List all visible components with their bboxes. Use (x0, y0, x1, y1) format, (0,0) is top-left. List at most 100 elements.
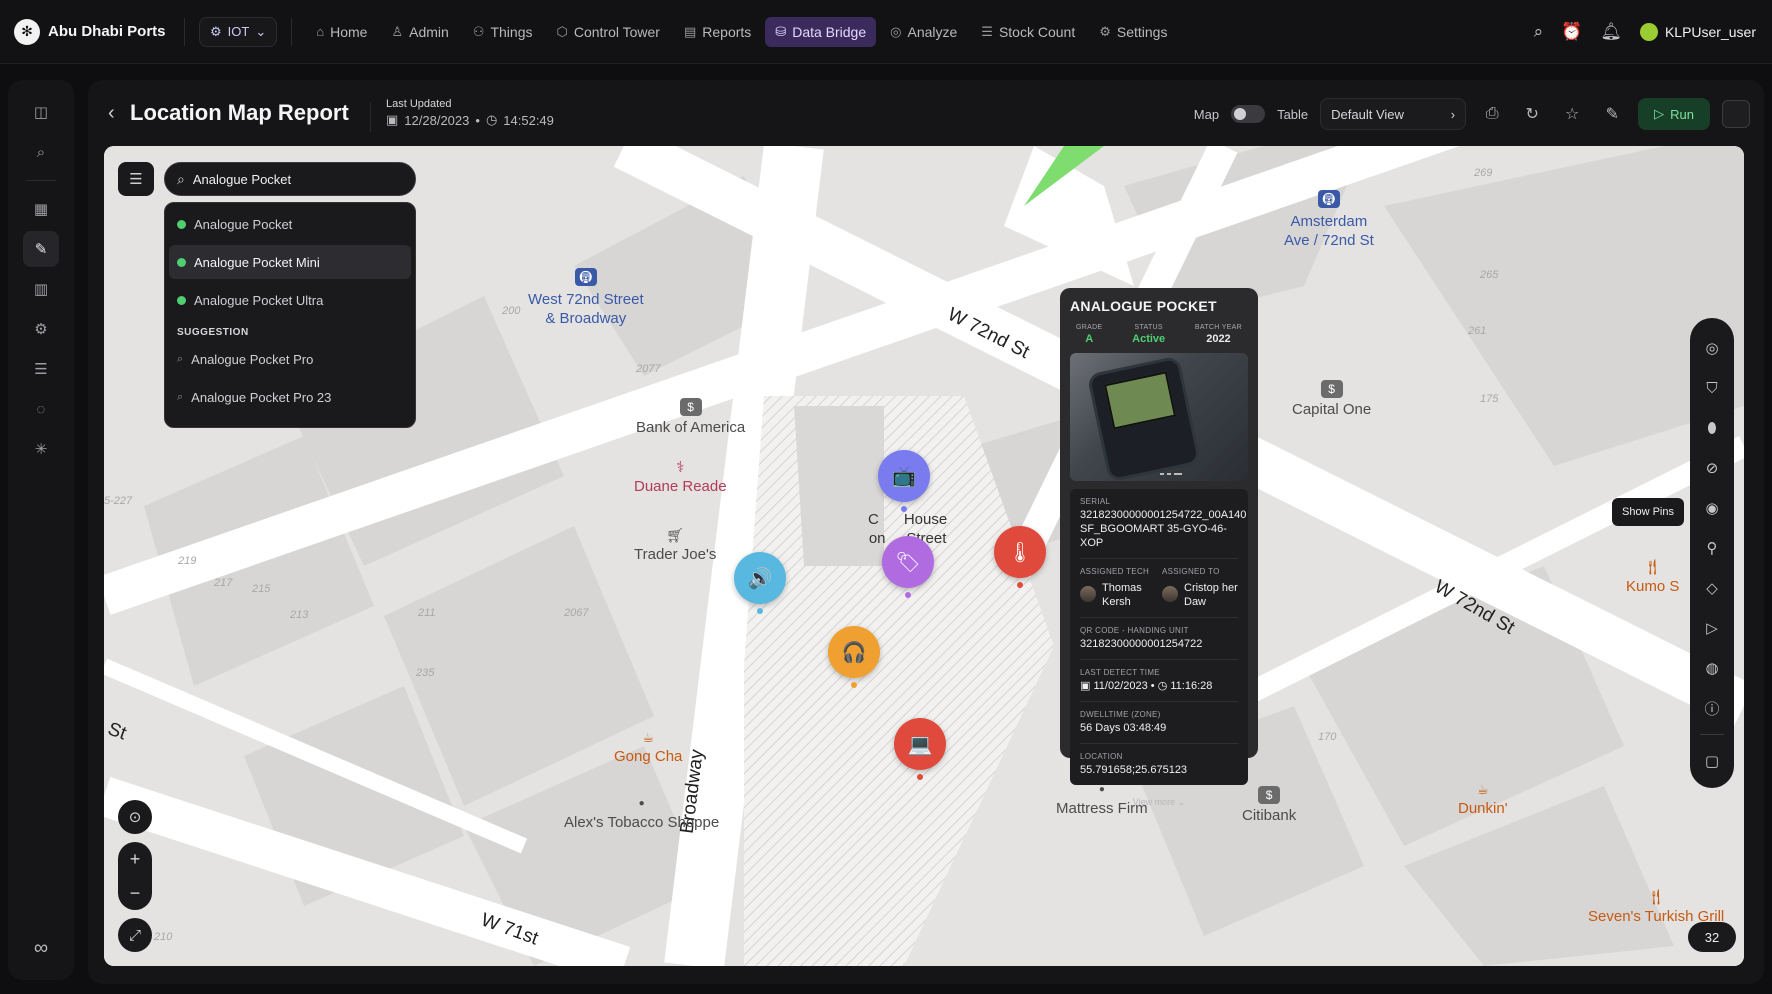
nav-control-tower[interactable]: ⬡ Control Tower (546, 17, 669, 47)
label-gong-cha: ☕︎ Gong Cha (614, 728, 682, 766)
back-chevron-icon[interactable]: ‹ (108, 102, 115, 125)
detail-label: ASSIGNED TECH (1080, 567, 1150, 576)
map-canvas[interactable]: 🚇︎ West 72nd Street & Broadway 🚇︎ Amster… (104, 146, 1744, 966)
last-updated-values: ▣ 12/28/2023 • ◷ 14:52:49 (386, 112, 554, 128)
search-icon[interactable]: ⌕ (1534, 22, 1544, 42)
nav-stock-count[interactable]: ☰ Stock Count (971, 17, 1085, 47)
ruler-icon[interactable]: ✎ (23, 231, 59, 267)
nav-admin[interactable]: ♙ Admin (381, 17, 458, 47)
eraser-icon[interactable]: ◇ (1697, 570, 1727, 606)
nav-reports[interactable]: ▤ Reports (674, 17, 761, 47)
info-icon[interactable]: ⓘ (1697, 690, 1727, 726)
target-pin-icon[interactable]: ◎ (1697, 330, 1727, 366)
star-icon[interactable]: ☆ (1558, 100, 1586, 128)
module-select[interactable]: ⚙ IOT ⌄ (199, 16, 278, 47)
fullscreen-button[interactable] (1722, 100, 1750, 128)
result-label: Analogue Pocket Mini (194, 254, 320, 270)
left-sidebar: ◫ ⌕ ▦ ✎ ▥ ⚙ ☰ ◌ ✳ ∞ (8, 80, 74, 980)
result-item[interactable]: Analogue Pocket Mini (169, 245, 411, 279)
view-more-link[interactable]: View more ⌄ (1070, 797, 1248, 808)
result-item[interactable]: Analogue Pocket Ultra (169, 283, 411, 317)
nav-label: Reports (702, 23, 752, 40)
house-number: 217 (214, 577, 233, 589)
bank-icon: $ (1320, 380, 1343, 398)
map-icon[interactable]: ▥ (23, 271, 59, 307)
result-label: Analogue Pocket Ultra (194, 292, 324, 308)
edit-icon[interactable]: ✎ (1598, 100, 1626, 128)
label-amsterdam-text: Amsterdam Ave / 72nd St (1284, 213, 1374, 249)
brand[interactable]: ✻ Abu Dhabi Ports (0, 18, 170, 45)
search-icon: ⌕ (177, 390, 184, 403)
api-gear-icon[interactable]: ⚙ (23, 311, 59, 347)
chat-icon[interactable]: ◌ (23, 391, 59, 427)
expand-icon[interactable]: ⤢ (118, 918, 152, 952)
view-select-value: Default View (1331, 106, 1404, 122)
user-menu[interactable]: KLPUser_user (1639, 23, 1756, 41)
speaker-pin[interactable]: 🔊 (734, 552, 786, 614)
label-alex-tobacco: ● Alex's Tobacco Shoppe (564, 794, 719, 832)
locate-icon[interactable]: ⊙ (118, 800, 152, 834)
thermometer-pin[interactable]: 🌡 (994, 526, 1046, 588)
house-number: 213 (290, 609, 309, 621)
last-updated-label: Last Updated (386, 98, 452, 110)
nav-label: Stock Count (998, 23, 1076, 40)
stat-value: A (1085, 333, 1094, 345)
bell-icon[interactable]: 🔔︎ (1600, 22, 1622, 42)
laptop-pin[interactable]: 💻 (894, 718, 946, 780)
search-icon: ⌕ (177, 170, 185, 187)
nav-settings[interactable]: ⚙ Settings (1089, 17, 1177, 47)
speaker-icon: 🔊 (747, 567, 773, 590)
search-input[interactable] (192, 171, 393, 187)
sidebar-toggle-icon[interactable]: ◫ (23, 94, 59, 130)
asset-photo[interactable] (1070, 353, 1248, 481)
fingerprint-icon[interactable]: ◍ (1697, 650, 1727, 686)
layers-icon[interactable]: ▢ (1697, 743, 1727, 779)
compass-icon[interactable]: ⊘ (1697, 450, 1727, 486)
zoom-in-icon[interactable]: + (130, 849, 141, 870)
detail-label: DWELLTIME (ZONE) (1080, 710, 1161, 719)
subway-icon: 🚇︎ (574, 268, 597, 286)
tv-pin[interactable]: 📺 (878, 450, 930, 512)
tag-pin[interactable]: 🏷 (882, 536, 934, 598)
location-pin-icon[interactable]: ⬮ (1697, 410, 1727, 446)
header-actions: Map Table Default View › ⎙ ↻ ☆ ✎ ▷ Run (1194, 97, 1750, 131)
nav-data-bridge[interactable]: ⛁ Data Bridge (765, 16, 877, 47)
label-bank-of-america: $ Bank of America (636, 398, 745, 437)
sidebar-search-icon[interactable]: ⌕ (23, 134, 59, 170)
nav-home[interactable]: ⌂ Home (306, 17, 377, 47)
label-amsterdam: 🚇︎ Amsterdam Ave / 72nd St (1284, 190, 1374, 250)
label-capital-one: $ Capital One (1292, 380, 1371, 419)
card-stats: GRADE A STATUS Active BATCH YEAR 2022 (1070, 324, 1248, 345)
carousel-dots[interactable] (1160, 473, 1182, 475)
suggestion-heading: SUGGESTION (177, 327, 249, 338)
house-number: 200 (502, 305, 521, 317)
run-button[interactable]: ▷ Run (1638, 98, 1710, 130)
toggle-knob (1234, 108, 1247, 120)
label-gongcha-text: Gong Cha (614, 748, 683, 765)
zoom-out-icon[interactable]: − (130, 883, 141, 904)
detail-value: ▣ 11/02/2023 • ◷ 11:16:28 (1080, 679, 1238, 693)
result-item[interactable]: Analogue Pocket (169, 207, 411, 241)
earbuds-pin[interactable]: 🎧 (828, 626, 880, 688)
nav-analyze[interactable]: ◎ Analyze (880, 17, 967, 47)
map-table-toggle[interactable] (1231, 105, 1266, 123)
suggestion-item[interactable]: ⌕ Analogue Pocket Pro 23 (169, 380, 411, 414)
view-select[interactable]: Default View › (1320, 98, 1467, 130)
alarm-icon[interactable]: ⏰ (1561, 22, 1582, 42)
nav-things[interactable]: ⚇ Things (463, 17, 543, 47)
chevron-right-icon: › (1450, 106, 1456, 122)
snowflake-icon[interactable]: ✳ (23, 431, 59, 467)
show-pins-icon[interactable]: ◉ (1697, 490, 1727, 526)
storage-icon[interactable]: ☰ (23, 351, 59, 387)
shield-pin-icon[interactable]: ⛉ (1697, 370, 1727, 406)
filter-button[interactable]: ☰ (118, 162, 154, 196)
map-marker-icon[interactable]: ⚲ (1697, 530, 1727, 566)
print-icon[interactable]: ⎙ (1478, 100, 1506, 128)
clock-icon: ◷ (1157, 680, 1168, 692)
play-circle-icon[interactable]: ▷ (1697, 610, 1727, 646)
calendar-icon: ▣ (386, 112, 399, 127)
refresh-icon[interactable]: ↻ (1518, 100, 1546, 128)
dashboard-icon[interactable]: ▦ (23, 191, 59, 227)
suggestion-item[interactable]: ⌕ Analogue Pocket Pro (169, 342, 411, 376)
search-box[interactable]: ⌕ (164, 162, 416, 196)
